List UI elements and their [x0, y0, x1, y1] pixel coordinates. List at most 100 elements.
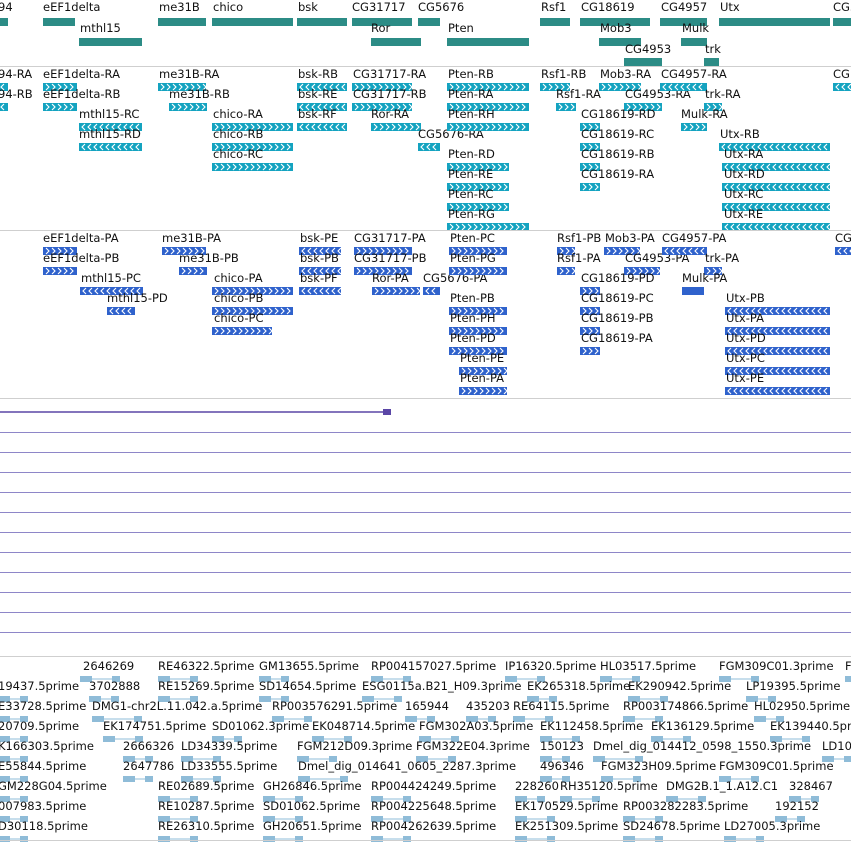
gene-label[interactable]: CG18619	[581, 1, 635, 14]
transcript-label[interactable]: eEF1delta-RB	[43, 88, 120, 101]
gene-label[interactable]: me31B	[159, 1, 200, 14]
est-glyph[interactable]	[623, 836, 663, 842]
est-label[interactable]: F	[845, 660, 851, 673]
transcript-label[interactable]: Pten-RD	[448, 148, 495, 161]
transcript-label[interactable]: eEF1delta-RA	[43, 68, 120, 81]
transcript-label[interactable]: Rsf1-RA	[556, 88, 601, 101]
est-glyph[interactable]	[263, 836, 303, 842]
protein-label[interactable]: Mulk-PA	[682, 272, 727, 285]
gene-label[interactable]: Pten	[448, 22, 474, 35]
protein-label[interactable]: Ror-PA	[372, 272, 409, 285]
gene-glyph[interactable]	[833, 18, 851, 26]
est-label[interactable]: FGM322E04.3prime	[416, 740, 530, 753]
protein-label[interactable]: CG18619-PB	[581, 312, 654, 325]
est-label[interactable]: RE15269.5prime	[158, 680, 254, 693]
est-label[interactable]: EK174751.5prime	[103, 720, 206, 733]
transcript-label[interactable]: CG18619-RC	[581, 128, 654, 141]
protein-label[interactable]: mthl15-PD	[107, 292, 168, 305]
transcript-glyph[interactable]	[418, 143, 440, 151]
est-label[interactable]: RE02689.5prime	[158, 780, 254, 793]
transcript-glyph[interactable]	[580, 183, 600, 191]
est-label[interactable]: RP004424249.5prime	[371, 780, 496, 793]
est-label[interactable]: RE26310.5prime	[158, 820, 254, 833]
est-label[interactable]: RH35120.5prime	[560, 780, 658, 793]
gene-label[interactable]: bsk	[298, 1, 318, 14]
protein-glyph[interactable]	[212, 327, 273, 335]
gene-glyph[interactable]	[447, 38, 529, 46]
est-label[interactable]: SD01062.5prime	[263, 800, 360, 813]
protein-label[interactable]: me31B-PB	[179, 252, 239, 265]
est-label[interactable]: GM13655.5prime	[259, 660, 359, 673]
protein-label[interactable]: CG31717-PB	[354, 252, 427, 265]
est-label[interactable]: 2647786	[123, 760, 174, 773]
transcript-label[interactable]: mthl15-RC	[79, 108, 139, 121]
est-label[interactable]: EK251309.5prime	[515, 820, 618, 833]
protein-glyph[interactable]	[459, 387, 508, 395]
est-label[interactable]: 192152	[775, 800, 819, 813]
transcript-label[interactable]: Pten-RG	[448, 208, 495, 221]
est-label[interactable]: K166303.5prime	[0, 740, 94, 753]
transcript-label[interactable]: Utx-RE	[724, 208, 763, 221]
protein-label[interactable]: Utx-PB	[726, 292, 765, 305]
protein-glyph[interactable]	[179, 267, 207, 275]
protein-label[interactable]: CG31717-PA	[354, 232, 426, 245]
transcript-label[interactable]: Utx-RA	[724, 148, 763, 161]
est-label[interactable]: EK048714.5prime	[312, 720, 415, 733]
est-glyph[interactable]	[724, 836, 764, 842]
est-label[interactable]: RE64115.5prime	[513, 700, 609, 713]
gene-label[interactable]: mthl15	[80, 22, 121, 35]
transcript-label[interactable]: CG18619-RA	[581, 168, 654, 181]
gene-label[interactable]: CG4957	[661, 1, 707, 14]
est-glyph[interactable]	[123, 776, 153, 782]
est-glyph[interactable]	[158, 836, 198, 842]
est-label[interactable]: FGM309C01.5prime	[719, 760, 834, 773]
est-label[interactable]: LD33555.5prime	[181, 760, 277, 773]
protein-label[interactable]: CG18619-PC	[581, 292, 654, 305]
est-label[interactable]: RP003576291.5prime	[272, 700, 397, 713]
transcript-label[interactable]: CG31717-RA	[353, 68, 426, 81]
transcript-label[interactable]: CG4957-RA	[661, 68, 727, 81]
transcript-label[interactable]: CG31717-RB	[353, 88, 427, 101]
est-label[interactable]: FGM212D09.3prime	[297, 740, 412, 753]
gene-glyph[interactable]	[540, 18, 570, 26]
transcript-glyph[interactable]	[556, 103, 576, 111]
protein-glyph[interactable]	[580, 347, 600, 355]
gene-label[interactable]: CG4953	[625, 43, 671, 56]
est-label[interactable]: 3702888	[89, 680, 140, 693]
protein-label[interactable]: mthl15-PC	[81, 272, 141, 285]
est-label[interactable]: RP004262639.5prime	[371, 820, 496, 833]
est-label[interactable]: 328467	[789, 780, 833, 793]
transcript-label[interactable]: Rsf1-RB	[541, 68, 586, 81]
est-label[interactable]: GH26846.5prime	[263, 780, 362, 793]
est-glyph[interactable]	[371, 836, 411, 842]
transcript-label[interactable]: Utx-RC	[724, 188, 763, 201]
protein-label[interactable]: bsk-PB	[300, 252, 339, 265]
gene-label[interactable]: CG5676	[418, 1, 464, 14]
est-label[interactable]: RP004225648.5prime	[371, 800, 496, 813]
protein-label[interactable]: Rsf1-PB	[557, 232, 601, 245]
protein-label[interactable]: bsk-PE	[300, 232, 338, 245]
transcript-label[interactable]: Pten-RC	[448, 188, 493, 201]
transcript-glyph[interactable]	[43, 103, 77, 111]
protein-label[interactable]: Pten-PD	[450, 332, 496, 345]
est-label[interactable]: RE10287.5prime	[158, 800, 254, 813]
est-label[interactable]: EK139440.5prime	[770, 720, 851, 733]
protein-label[interactable]: Utx-PA	[726, 312, 764, 325]
protein-label[interactable]: bsk-PF	[300, 272, 338, 285]
protein-glyph[interactable]	[299, 287, 342, 295]
transcript-label[interactable]: bsk-RE	[298, 88, 337, 101]
transcript-label[interactable]: Mob3-RA	[600, 68, 651, 81]
protein-label[interactable]: chico-PB	[214, 292, 263, 305]
protein-glyph[interactable]	[43, 267, 77, 275]
gene-glyph[interactable]	[158, 18, 206, 26]
transcript-label[interactable]: mthl15-RD	[79, 128, 141, 141]
est-label[interactable]: Dmel_dig_014412_0598_1550.3prime	[593, 740, 811, 753]
protein-label[interactable]: eEF1delta-PA	[43, 232, 119, 245]
est-label[interactable]: RE46322.5prime	[158, 660, 254, 673]
gene-label[interactable]: eEF1delta	[43, 1, 100, 14]
protein-label[interactable]: chico-PA	[214, 272, 263, 285]
transcript-label[interactable]: CG18619-RD	[581, 108, 656, 121]
est-label[interactable]: DMG1-chr2L.11.042.a.5prime	[92, 700, 262, 713]
protein-label[interactable]: me31B-PA	[162, 232, 221, 245]
est-label[interactable]: EK290942.5prime	[628, 680, 731, 693]
